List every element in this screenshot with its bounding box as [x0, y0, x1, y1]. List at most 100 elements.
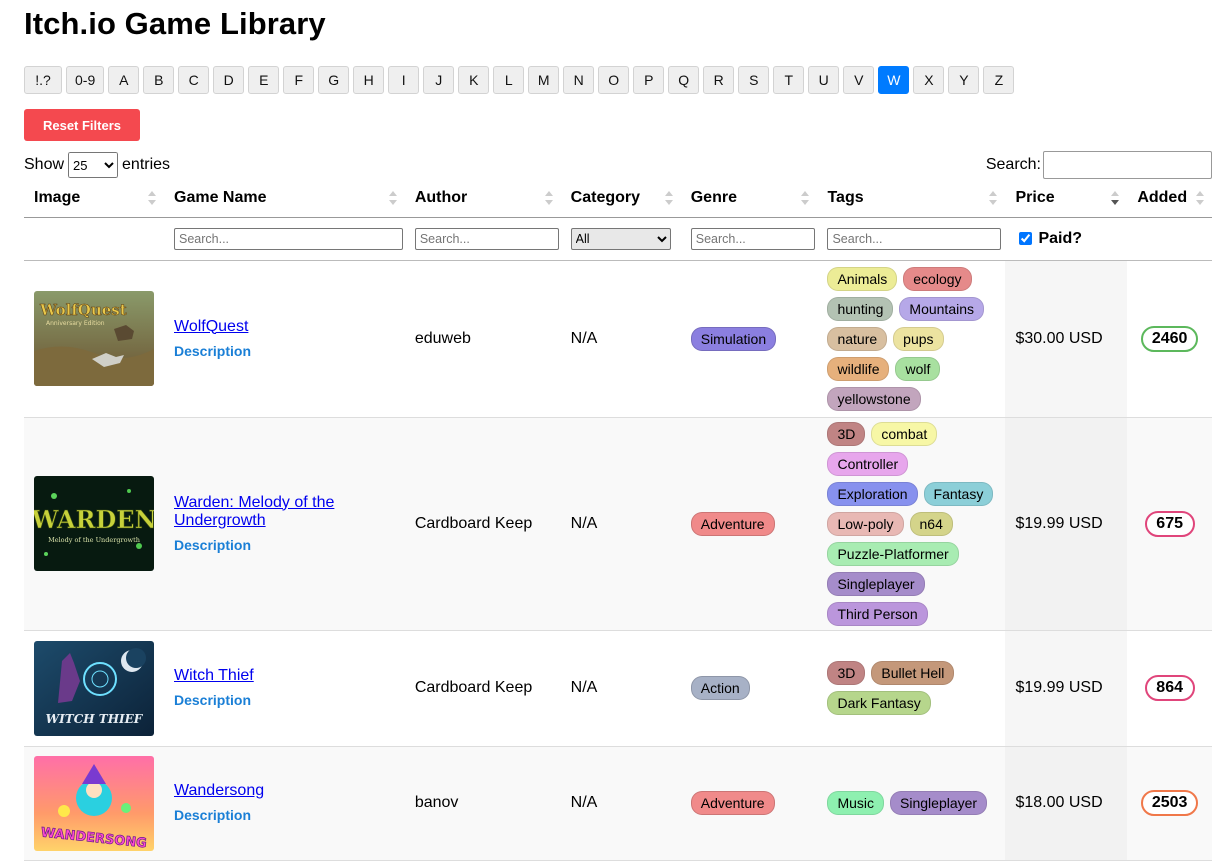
col-author[interactable]: Author	[404, 179, 561, 218]
col-game-name[interactable]: Game Name	[164, 179, 405, 218]
col-category[interactable]: Category	[560, 179, 681, 218]
tag-badge[interactable]: Bullet Hell	[871, 661, 955, 685]
game-thumbnail[interactable]: WolfQuest Anniversary Edition	[34, 291, 154, 386]
col-image[interactable]: Image	[24, 179, 164, 218]
description-link[interactable]: Description	[174, 536, 395, 554]
tag-badge[interactable]: hunting	[827, 296, 894, 321]
letter-filter-button[interactable]: F	[283, 66, 315, 94]
letter-filter-button[interactable]: 0-9	[66, 66, 105, 94]
paid-label: Paid?	[1038, 229, 1083, 247]
letter-filter-button[interactable]: U	[808, 66, 840, 94]
letter-filter-button[interactable]: Q	[668, 66, 700, 94]
tag-badge[interactable]: Low-poly	[827, 511, 904, 536]
table-row: WolfQuest Anniversary Edition WolfQuest …	[24, 260, 1212, 418]
tag-badge[interactable]: wolf	[895, 356, 941, 381]
letter-filter-button[interactable]: N	[563, 66, 595, 94]
letter-filter-button[interactable]: V	[843, 66, 875, 94]
genre-badge[interactable]: Action	[690, 676, 750, 700]
games-table: Image Game Name Author Category Genre Ta…	[24, 179, 1212, 861]
paid-filter[interactable]: Paid?	[1005, 230, 1127, 248]
letter-filter-button[interactable]: S	[738, 66, 770, 94]
tags-list: Animals ecology hunting Mountains nature pups…	[827, 266, 995, 411]
search-label: Search:	[985, 156, 1041, 173]
tag-badge[interactable]: nature	[827, 326, 888, 351]
tags-list: 3D combat Controller Exploration Fantasy Low-…	[827, 421, 995, 626]
game-name-filter-input[interactable]	[174, 227, 403, 250]
tag-badge[interactable]: 3D	[827, 421, 866, 446]
letter-filter-button[interactable]: Y	[948, 66, 980, 94]
genre-badge[interactable]: Adventure	[690, 791, 775, 815]
letter-filter-button[interactable]: T	[773, 66, 805, 94]
letter-filter-button[interactable]: A	[108, 66, 140, 94]
tag-badge[interactable]: Singleplayer	[827, 571, 925, 596]
game-name-link[interactable]: Witch Thief	[174, 667, 395, 685]
tag-badge[interactable]: Exploration	[827, 481, 918, 506]
category-filter-select[interactable]: All	[570, 227, 671, 250]
game-name-link[interactable]: Wandersong	[174, 782, 395, 800]
entries-per-page-select[interactable]: 25	[68, 152, 119, 178]
letter-filter-button[interactable]: W	[878, 66, 910, 94]
letter-filter-button[interactable]: !.?	[24, 66, 62, 94]
tag-badge[interactable]: Puzzle-Platformer	[827, 541, 959, 566]
letter-filter-button[interactable]: R	[703, 66, 735, 94]
tag-badge[interactable]: ecology	[903, 266, 972, 291]
genre-filter-input[interactable]	[690, 227, 815, 250]
letter-filter-button[interactable]: B	[143, 66, 175, 94]
tag-badge[interactable]: Third Person	[827, 601, 928, 626]
game-name-link[interactable]: WolfQuest	[174, 318, 395, 336]
search-input[interactable]	[1043, 151, 1212, 179]
tag-badge[interactable]: yellowstone	[827, 386, 921, 411]
game-thumbnail[interactable]: WANDERSONG	[34, 755, 154, 851]
header-row: Image Game Name Author Category Genre Ta…	[24, 179, 1212, 218]
tags-filter-input[interactable]	[827, 227, 1002, 250]
paid-checkbox[interactable]	[1019, 232, 1033, 245]
tags-cell: 3D combat Controller Exploration Fantasy Low-…	[817, 417, 1006, 631]
letter-filter-button[interactable]: L	[493, 66, 525, 94]
category-cell: N/A	[560, 630, 681, 747]
tag-badge[interactable]: combat	[871, 421, 938, 446]
letter-filter-button[interactable]: P	[633, 66, 665, 94]
game-thumbnail[interactable]: WARDEN Melody of the Undergrowth	[34, 476, 154, 571]
game-name-link[interactable]: Warden: Melody of the Undergrowth	[174, 494, 395, 530]
tag-badge[interactable]: Singleplayer	[890, 791, 988, 815]
letter-filter-button[interactable]: E	[248, 66, 280, 94]
price-cell: $19.99 USD	[1005, 417, 1128, 631]
genre-badge[interactable]: Simulation	[690, 326, 777, 351]
letter-filter-button[interactable]: O	[598, 66, 630, 94]
tag-badge[interactable]: Animals	[827, 266, 898, 291]
tag-badge[interactable]: Music	[827, 791, 885, 815]
sort-icon	[801, 191, 810, 205]
tag-badge[interactable]: n64	[909, 511, 953, 536]
letter-filter-button[interactable]: G	[318, 66, 350, 94]
description-link[interactable]: Description	[174, 806, 395, 824]
letter-filter-button[interactable]: Z	[983, 66, 1015, 94]
description-link[interactable]: Description	[174, 342, 395, 360]
genre-badge[interactable]: Adventure	[690, 511, 775, 536]
description-link[interactable]: Description	[174, 691, 395, 709]
col-added[interactable]: Added	[1127, 179, 1212, 218]
tag-badge[interactable]: 3D	[827, 661, 866, 685]
letter-filter-button[interactable]: D	[213, 66, 245, 94]
col-price[interactable]: Price	[1005, 179, 1128, 218]
tag-badge[interactable]: wildlife	[827, 356, 890, 381]
col-genre[interactable]: Genre	[680, 179, 818, 218]
game-thumbnail[interactable]: WITCH THIEF	[34, 640, 154, 736]
tag-badge[interactable]: Mountains	[899, 296, 984, 321]
author-filter-input[interactable]	[414, 227, 559, 250]
letter-filter-button[interactable]: X	[913, 66, 945, 94]
letter-filter-button[interactable]: M	[528, 66, 560, 94]
reset-filters-button[interactable]: Reset Filters	[24, 109, 140, 141]
col-genre-label: Genre	[690, 188, 737, 206]
col-tags[interactable]: Tags	[817, 179, 1006, 218]
sort-icon	[664, 191, 673, 205]
letter-filter-button[interactable]: K	[458, 66, 490, 94]
genre-cell: Simulation	[680, 260, 818, 418]
tag-badge[interactable]: pups	[893, 326, 944, 351]
tag-badge[interactable]: Fantasy	[923, 481, 994, 506]
letter-filter-button[interactable]: H	[353, 66, 385, 94]
letter-filter-button[interactable]: C	[178, 66, 210, 94]
tag-badge[interactable]: Dark Fantasy	[827, 691, 931, 715]
tag-badge[interactable]: Controller	[827, 451, 909, 476]
letter-filter-button[interactable]: I	[388, 66, 420, 94]
letter-filter-button[interactable]: J	[423, 66, 455, 94]
